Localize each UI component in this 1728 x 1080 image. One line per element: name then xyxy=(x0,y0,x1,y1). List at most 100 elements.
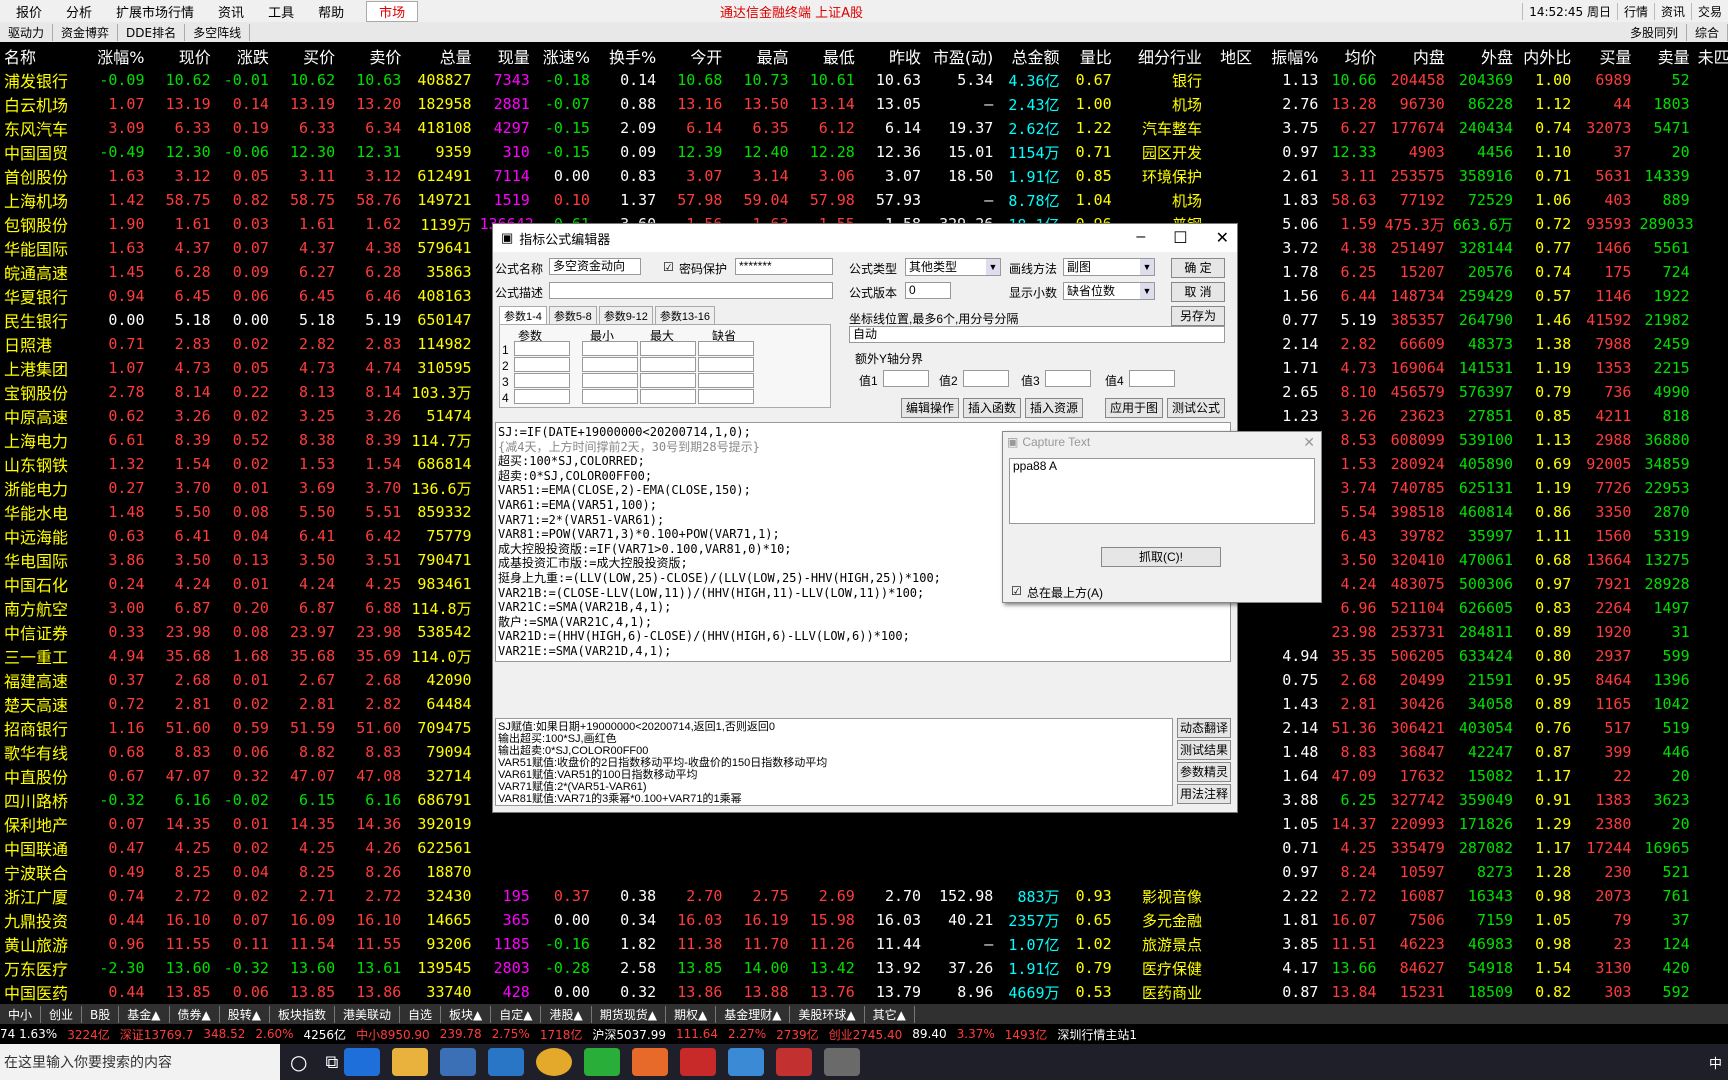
param-input[interactable] xyxy=(514,373,570,388)
test-result-button[interactable]: 测试结果 xyxy=(1177,740,1231,760)
market-tab[interactable]: 股转▲ xyxy=(220,1005,270,1023)
tab-params-13-16[interactable]: 参数13-16 xyxy=(654,306,715,325)
col-header[interactable]: 涨幅% xyxy=(90,44,148,68)
param-input[interactable] xyxy=(698,341,754,356)
menu-item-analysis[interactable]: 分析 xyxy=(54,2,104,21)
param-input[interactable] xyxy=(698,357,754,372)
ok-button[interactable]: 确 定 xyxy=(1171,258,1225,278)
edit-ops-button[interactable]: 编辑操作 xyxy=(901,398,959,418)
col-header[interactable]: 现价 xyxy=(149,44,215,68)
table-row[interactable]: 黄山旅游 0.96 11.55 0.11 11.54 11.55 93206 1185 -0.1… xyxy=(0,932,1728,956)
col-header[interactable]: 涨跌 xyxy=(215,44,273,68)
task-view-icon[interactable]: ⧉ xyxy=(325,1052,338,1073)
menu-item-help[interactable]: 帮助 xyxy=(306,2,356,21)
menu-item-news[interactable]: 资讯 xyxy=(206,2,256,21)
col-header[interactable]: 外盘 xyxy=(1449,44,1517,68)
menu-item-quotes[interactable]: 报价 xyxy=(4,2,54,21)
col-header[interactable]: 细分行业 xyxy=(1116,44,1206,68)
maximize-icon[interactable]: ☐ xyxy=(1173,228,1187,248)
col-header[interactable]: 地区 xyxy=(1206,44,1256,68)
param-input[interactable] xyxy=(582,341,638,356)
param-input[interactable] xyxy=(698,389,754,404)
col-header[interactable]: 内盘 xyxy=(1381,44,1449,68)
col-header[interactable]: 买价 xyxy=(273,44,339,68)
formula-version-input[interactable]: 0 xyxy=(905,282,951,299)
col-header[interactable]: 量比 xyxy=(1064,44,1116,68)
param-input[interactable] xyxy=(698,373,754,388)
close-icon[interactable]: ✕ xyxy=(1216,228,1229,248)
tool-composite[interactable]: 综合 xyxy=(1687,23,1728,41)
market-tab[interactable]: 板块指数 xyxy=(270,1005,335,1023)
app-icon-4[interactable] xyxy=(824,1048,861,1076)
capture-text-area[interactable]: ppa88 A xyxy=(1009,458,1315,524)
col-header[interactable]: 市盈(动) xyxy=(925,44,997,68)
market-tab[interactable]: 港美联动 xyxy=(335,1005,400,1023)
market-tab[interactable]: 基金理财▲ xyxy=(716,1005,791,1023)
market-tab[interactable]: 期货现货▲ xyxy=(592,1005,666,1023)
col-header[interactable]: 买量 xyxy=(1575,44,1635,68)
menu-item-market[interactable]: 市场 xyxy=(366,0,419,22)
market-tab[interactable]: 自定▲ xyxy=(491,1005,542,1023)
store-icon[interactable] xyxy=(440,1048,477,1076)
market-tab[interactable]: 期权▲ xyxy=(666,1005,717,1023)
app-icon-3[interactable] xyxy=(728,1048,765,1076)
col-header[interactable]: 昨收 xyxy=(859,44,925,68)
capture-button[interactable]: 抓取(C)! xyxy=(1101,547,1221,567)
tdx-app-icon[interactable] xyxy=(776,1048,813,1076)
col-header[interactable]: 名称 xyxy=(0,44,90,68)
menu-right-quotes[interactable]: 行情 xyxy=(1616,2,1654,20)
draw-method-select[interactable]: 副图 ▼ xyxy=(1063,258,1155,276)
table-row[interactable]: 浙江广厦 0.74 2.72 0.02 2.71 2.72 32430 195 0.37 0.38… xyxy=(0,884,1728,908)
col-header[interactable]: 未匹 xyxy=(1694,44,1728,68)
col-header[interactable]: 最低 xyxy=(793,44,859,68)
password-input[interactable]: ******* xyxy=(735,258,833,275)
menu-item-ext-market[interactable]: 扩展市场行情 xyxy=(104,2,206,21)
formula-type-select[interactable]: 其他类型 ▼ xyxy=(905,258,1001,276)
menu-right-news[interactable]: 资讯 xyxy=(1653,2,1691,20)
decimals-select[interactable]: 缺省位数 ▼ xyxy=(1063,282,1155,300)
insert-function-button[interactable]: 插入函数 xyxy=(963,398,1021,418)
col-header[interactable]: 涨速% xyxy=(534,44,594,68)
tab-params-5-8[interactable]: 参数5-8 xyxy=(548,306,597,325)
ime-indicator[interactable]: 中 xyxy=(1709,1053,1722,1072)
password-checkbox[interactable]: ☑ xyxy=(663,260,674,274)
cortana-icon[interactable]: ○ xyxy=(290,1050,307,1074)
value-3-input[interactable] xyxy=(1045,370,1091,387)
param-input[interactable] xyxy=(640,373,696,388)
value-4-input[interactable] xyxy=(1129,370,1175,387)
table-row[interactable]: 白云机场 1.07 13.19 0.14 13.19 13.20 182958 2881 -0.… xyxy=(0,92,1728,116)
folder-icon[interactable] xyxy=(392,1048,429,1076)
save-as-button[interactable]: 另存为 xyxy=(1171,306,1225,326)
app-icon-2[interactable] xyxy=(680,1048,717,1076)
edge-icon[interactable] xyxy=(344,1048,381,1076)
table-row[interactable]: 首创股份 1.63 3.12 0.05 3.11 3.12 612491 7114 0.00 0.… xyxy=(0,164,1728,188)
param-input[interactable] xyxy=(514,341,570,356)
col-header[interactable]: 内外比 xyxy=(1517,44,1575,68)
menu-item-tools[interactable]: 工具 xyxy=(256,2,306,21)
param-input[interactable] xyxy=(640,341,696,356)
market-tab[interactable]: B股 xyxy=(82,1005,120,1023)
cancel-button[interactable]: 取 消 xyxy=(1171,282,1225,302)
tab-params-1-4[interactable]: 参数1-4 xyxy=(499,306,547,325)
tool-multi-stock[interactable]: 多股同列 xyxy=(1622,23,1687,41)
value-2-input[interactable] xyxy=(963,370,1009,387)
param-input[interactable] xyxy=(514,389,570,404)
market-tab[interactable]: 创业 xyxy=(41,1005,83,1023)
market-tab[interactable]: 其它▲ xyxy=(865,1005,915,1023)
apply-to-chart-button[interactable]: 应用于图 xyxy=(1105,398,1163,418)
market-tab[interactable]: 美股环球▲ xyxy=(790,1005,865,1023)
col-header[interactable]: 卖价 xyxy=(339,44,405,68)
param-input[interactable] xyxy=(640,389,696,404)
col-header[interactable]: 总量 xyxy=(405,44,475,68)
col-header[interactable]: 均价 xyxy=(1322,44,1380,68)
param-input[interactable] xyxy=(514,357,570,372)
app-icon-1[interactable] xyxy=(632,1048,669,1076)
tool-fund-game[interactable]: 资金博弈 xyxy=(53,23,119,41)
param-input[interactable] xyxy=(582,373,638,388)
table-row[interactable]: 万东医疗 -2.30 13.60 -0.32 13.60 13.61 139545 2803-… xyxy=(0,956,1728,980)
test-formula-button[interactable]: 测试公式 xyxy=(1167,398,1225,418)
col-header[interactable]: 换手% xyxy=(594,44,660,68)
param-input[interactable] xyxy=(582,389,638,404)
market-tab[interactable]: 自选 xyxy=(400,1005,442,1023)
table-row[interactable]: 浦发银行 -0.09 10.62 -0.01 10.62 10.63 408827 7343-… xyxy=(0,68,1728,92)
